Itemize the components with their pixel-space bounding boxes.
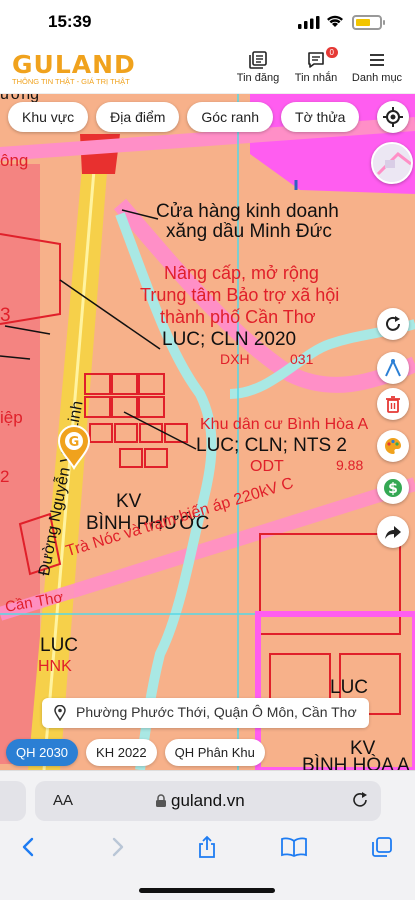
chevron-left-icon: [22, 837, 34, 857]
url-text: guland.vn: [171, 791, 245, 810]
nav-messages[interactable]: 0 Tin nhắn: [290, 47, 342, 84]
share-button[interactable]: [377, 516, 409, 548]
chip-to-thua[interactable]: Tờ thửa: [281, 102, 360, 132]
menu-icon: [370, 54, 384, 66]
map-label-ong: ông: [0, 151, 29, 170]
signal-icon: [298, 16, 320, 29]
map-label-upgrade3: thành phố Cần Thơ: [160, 307, 316, 327]
map-label-031: 031: [290, 351, 314, 367]
tabs-icon: [372, 837, 392, 857]
home-indicator: [139, 888, 275, 893]
dollar-icon: $: [384, 479, 402, 497]
reader-button[interactable]: AA: [53, 792, 73, 809]
logo-tagline: THÔNG TIN THẬT - GIÁ TRỊ THẬT: [12, 77, 130, 86]
share-arrow-icon: [385, 526, 401, 539]
chevron-right-icon: [112, 837, 124, 857]
book-icon: [281, 837, 307, 857]
bookmarks-button[interactable]: [280, 833, 308, 861]
map-label-khu-dan-cu: Khu dân cư Bình Hòa A: [200, 416, 369, 433]
map-label-kv: KV: [116, 491, 142, 512]
map-label-nep: iệp: [0, 408, 23, 427]
listings-icon: [249, 51, 267, 69]
palette-button[interactable]: [377, 430, 409, 462]
compass-draw-icon: [385, 359, 401, 377]
map-pin-icon: [54, 705, 66, 721]
refresh-button[interactable]: [377, 308, 409, 340]
status-bar: 15:39: [0, 0, 415, 44]
map-label-num3: 3: [0, 305, 11, 326]
tabs-button[interactable]: [368, 833, 396, 861]
nav-menu[interactable]: Danh mục: [348, 50, 406, 84]
nav-menu-label: Danh mục: [351, 72, 403, 84]
address-bar[interactable]: Phường Phước Thới, Quận Ô Môn, Cần Thơ: [42, 698, 369, 728]
chip-khu-vuc[interactable]: Khu vực: [8, 102, 89, 132]
map-label-upgrade2: Trung tâm Bảo trợ xã hội: [140, 285, 340, 305]
nav-listings-label: Tin đăng: [236, 72, 280, 84]
map-label-gas: xăng dầu Minh Đức: [166, 221, 332, 242]
status-time: 15:39: [48, 12, 92, 31]
target-icon: [383, 107, 403, 127]
map-label-luc-right: LUC: [330, 677, 369, 698]
share-sheet-button[interactable]: [193, 833, 221, 861]
app-header: GULAND THÔNG TIN THẬT - GIÁ TRỊ THẬT Tin…: [0, 44, 415, 94]
reload-icon[interactable]: [351, 791, 369, 809]
map-label-num2: 2: [0, 467, 10, 486]
filter-chips: Khu vực Địa điểm Góc ranh Tờ thửa: [8, 102, 360, 132]
address-field[interactable]: AA guland.vn: [35, 781, 381, 821]
lock-icon: [156, 794, 166, 807]
map-label-odt: ODT: [250, 458, 284, 475]
map-label-luc-cln: LUC; CLN 2020: [162, 329, 297, 350]
previous-tab-stub[interactable]: [0, 781, 26, 821]
map-label-luc-left: LUC: [40, 635, 79, 656]
wifi-icon: [327, 15, 343, 27]
message-badge: 0: [325, 47, 338, 58]
map-label-upgrade1: Nâng cấp, mở rộng: [164, 263, 319, 283]
nav-messages-label: Tin nhắn: [294, 72, 338, 84]
chip-dia-diem[interactable]: Địa điểm: [96, 102, 180, 132]
draw-button[interactable]: [377, 352, 409, 384]
locate-button[interactable]: [377, 101, 409, 133]
map-label-binh-hoa: BÌNH HÒA A: [302, 755, 410, 770]
refresh-icon: [386, 316, 400, 331]
location-pin-icon[interactable]: G: [56, 424, 92, 470]
svg-text:$: $: [388, 481, 398, 497]
nav-listings[interactable]: Tin đăng: [232, 50, 284, 84]
browser-toolbar: AA guland.vn: [0, 770, 415, 900]
chip-goc-ranh[interactable]: Góc ranh: [187, 102, 274, 132]
back-button[interactable]: [14, 833, 42, 861]
map-label-luc-cln-nts: LUC; CLN; NTS 2: [196, 435, 347, 456]
tab-kh-2022[interactable]: KH 2022: [86, 739, 157, 766]
price-button[interactable]: $: [377, 472, 409, 504]
tab-qh-2030[interactable]: QH 2030: [6, 739, 79, 766]
tab-qh-phan-khu[interactable]: QH Phân Khu: [164, 739, 265, 766]
share-icon: [199, 835, 215, 858]
battery-icon: [352, 15, 385, 30]
address-text: Phường Phước Thới, Quận Ô Môn, Cần Thơ: [76, 704, 357, 720]
map-label-store: Cửa hàng kinh doanh: [156, 201, 339, 222]
map-label-dxh: DXH: [220, 351, 250, 367]
trash-icon: [386, 396, 400, 413]
palette-icon: [385, 438, 401, 454]
svg-text:G: G: [69, 435, 80, 450]
logo[interactable]: GULAND THÔNG TIN THẬT - GIÁ TRỊ THẬT: [12, 50, 136, 86]
plan-tabs: QH 2030 KH 2022 QH Phân Khu: [6, 739, 265, 766]
map-label-988: 9.88: [336, 457, 364, 473]
message-icon: [308, 52, 324, 68]
map-label-hnk: HNK: [38, 658, 72, 675]
map-layer-thumbnail[interactable]: [371, 142, 413, 184]
map-view[interactable]: ương ông Cửa hàng kinh doanh xăng dầu Mi…: [0, 94, 415, 770]
delete-button[interactable]: [377, 388, 409, 420]
logo-brand: GULAND: [12, 50, 136, 79]
forward-button[interactable]: [104, 833, 132, 861]
